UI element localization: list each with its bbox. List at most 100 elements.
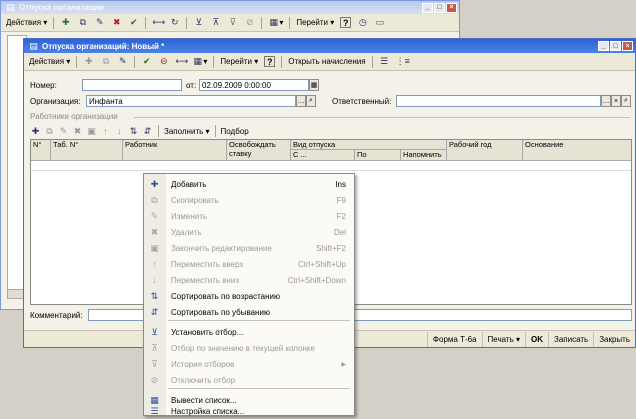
edit-button[interactable]: ✎: [115, 55, 130, 69]
copy-button[interactable]: ⧉: [75, 16, 90, 30]
delete-icon[interactable]: ✖: [72, 126, 83, 137]
close-button[interactable]: ×: [622, 41, 633, 51]
col-tab[interactable]: Таб. N°: [51, 140, 123, 161]
number-input[interactable]: [82, 79, 182, 91]
menu-item[interactable]: ⊼ Отбор по значению в текущей колонке: [144, 340, 354, 356]
post-button[interactable]: ✔: [126, 16, 141, 30]
arrow-down-icon[interactable]: ↓: [114, 126, 125, 137]
menu-item[interactable]: ⊽ История отборов ▶: [144, 356, 354, 372]
menu-item[interactable]: ✖ Удалить Del: [144, 224, 354, 240]
copy-button[interactable]: ⧉: [98, 55, 113, 69]
goto-menu-button[interactable]: Перейти ▾: [218, 55, 260, 69]
filter-button[interactable]: ⊻: [191, 16, 206, 30]
menu-item-label: Настройка списка...: [171, 406, 245, 416]
responsible-clear-button[interactable]: ×: [611, 95, 621, 107]
menu-item[interactable]: ☰ Настройка списка...: [144, 403, 354, 419]
form-t6a-button[interactable]: Форма Т-6а: [426, 331, 482, 347]
back-window-titlebar[interactable]: ▤ Отпуска организации _ □ ×: [1, 1, 459, 14]
open-accruals-button[interactable]: Открыть начисления: [286, 55, 367, 69]
link-icon: ⟷: [175, 56, 189, 66]
menu-item[interactable]: ⇵ Сортировать по убыванию: [144, 304, 354, 320]
add-button[interactable]: ✚: [81, 55, 96, 69]
actions-menu-button[interactable]: Действия ▾: [27, 55, 72, 69]
col-remind[interactable]: Напомнить: [401, 150, 447, 161]
menu-item[interactable]: ▣ Закончить редактирование Shift+F2: [144, 240, 354, 256]
filter-history-button[interactable]: ⊽: [225, 16, 240, 30]
post-button[interactable]: ✔: [139, 55, 154, 69]
responsible-input[interactable]: [396, 95, 601, 107]
col-work-year[interactable]: Рабочий год: [447, 140, 523, 161]
print-button[interactable]: ▭: [372, 16, 387, 30]
table-row[interactable]: [31, 161, 631, 171]
delete-button[interactable]: ✖: [109, 16, 124, 30]
edit-icon: ✎: [150, 210, 159, 221]
add-button[interactable]: ✚: [58, 16, 73, 30]
sort-desc-icon[interactable]: ⇵: [142, 126, 153, 137]
arrow-up-icon[interactable]: ↑: [100, 126, 111, 137]
help-button[interactable]: ?: [338, 16, 353, 30]
filter-off-icon: ⊘: [246, 17, 254, 27]
col-to[interactable]: По: [355, 150, 401, 161]
menu-item-label: Закончить редактирование: [171, 243, 272, 253]
menu-item[interactable]: ⇅ Сортировать по возрастанию: [144, 288, 354, 304]
menu-item[interactable]: ⧉ Скопировать F9: [144, 192, 354, 208]
org-select-button[interactable]: …: [296, 95, 306, 107]
menu-item[interactable]: ✚ Добавить Ins: [144, 176, 354, 192]
sort-asc-icon[interactable]: ⇅: [128, 126, 139, 137]
close-form-button[interactable]: Закрыть: [593, 331, 635, 347]
close-button[interactable]: ×: [446, 2, 457, 13]
help-button[interactable]: ?: [262, 55, 277, 69]
select-button[interactable]: Подбор: [221, 127, 249, 136]
subordinate-button[interactable]: ⋮≡: [394, 55, 410, 69]
menu-item[interactable]: ↑ Переместить вверх Ctrl+Shift+Up: [144, 256, 354, 272]
goto-menu-button[interactable]: Перейти ▾: [294, 16, 336, 30]
responsible-open-button[interactable]: ⌕: [621, 95, 631, 107]
movements-button[interactable]: ▦ ▾: [190, 55, 209, 69]
link-button[interactable]: ⟷: [173, 55, 188, 69]
date-input[interactable]: 02.09.2009 0:00:00: [199, 79, 309, 91]
col-vacation-type[interactable]: Вид отпуска: [291, 140, 447, 150]
write-button[interactable]: Записать: [548, 331, 593, 347]
edit-button[interactable]: ✎: [92, 16, 107, 30]
menu-item[interactable]: ⊘ Отключить отбор: [144, 372, 354, 388]
finish-edit-icon[interactable]: ▣: [86, 126, 97, 137]
print-menu-button[interactable]: Печать ▾: [481, 331, 525, 347]
edit-icon[interactable]: ✎: [58, 126, 69, 137]
copy-icon[interactable]: ⧉: [44, 126, 55, 137]
menu-item-shortcut: F9: [336, 195, 346, 205]
col-free-rate[interactable]: Освобождать ставку: [227, 140, 291, 161]
menu-item[interactable]: ↓ Переместить вниз Ctrl+Shift+Down: [144, 272, 354, 288]
structure-button[interactable]: ☰: [377, 55, 392, 69]
clear-icon: ×: [613, 97, 619, 105]
list-output-button[interactable]: ▦ ▾: [266, 16, 285, 30]
maximize-button[interactable]: □: [610, 41, 621, 51]
history-button[interactable]: ◷: [355, 16, 370, 30]
add-icon[interactable]: ✚: [30, 126, 41, 137]
org-input[interactable]: Инфанта: [86, 95, 296, 107]
org-open-button[interactable]: ⌕: [306, 95, 316, 107]
fill-menu-button[interactable]: Заполнить ▾: [164, 127, 210, 136]
col-worker[interactable]: Работник: [123, 140, 227, 161]
minimize-button[interactable]: _: [598, 41, 609, 51]
actions-menu-button[interactable]: Действия ▾: [4, 16, 49, 30]
filter-value-button[interactable]: ⊼: [208, 16, 223, 30]
menu-item[interactable]: ⊻ Установить отбор...: [144, 324, 354, 340]
context-menu[interactable]: ✚ Добавить Ins ⧉ Скопировать F9 ✎ Изменить F2 ✖ Уд…: [143, 173, 355, 416]
menu-item-shortcut: Ins: [335, 179, 346, 189]
ok-button[interactable]: OK: [525, 331, 548, 347]
document-titlebar[interactable]: ▤ Отпуска организаций: Новый * _ □ ×: [24, 39, 635, 53]
refresh-button[interactable]: ↻: [167, 16, 182, 30]
col-num[interactable]: N°: [31, 140, 51, 161]
maximize-button[interactable]: □: [434, 2, 445, 13]
calendar-button[interactable]: ▦: [309, 79, 319, 91]
date-prefix-label: от:: [186, 81, 197, 90]
minimize-button[interactable]: _: [422, 2, 433, 13]
add-icon: ✚: [85, 56, 93, 66]
link-button[interactable]: ⟷: [150, 16, 165, 30]
col-basis[interactable]: Основание: [523, 140, 631, 161]
filter-off-button[interactable]: ⊘: [242, 16, 257, 30]
unpost-button[interactable]: ⊖: [156, 55, 171, 69]
responsible-select-button[interactable]: …: [601, 95, 611, 107]
col-from[interactable]: С ...: [291, 150, 355, 161]
menu-item[interactable]: ✎ Изменить F2: [144, 208, 354, 224]
